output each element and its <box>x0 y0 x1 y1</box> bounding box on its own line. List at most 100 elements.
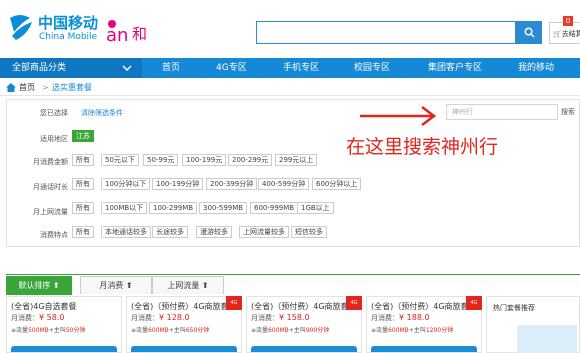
card-price-row: 月消费：¥ 158.0 <box>251 313 310 322</box>
filter-option[interactable]: 所有 <box>72 178 94 190</box>
breadcrumb-current: 选实惠套餐 <box>52 83 92 92</box>
filter-option[interactable]: 所有 <box>72 226 94 238</box>
card-desc: ≡流量600MB+主叫650分钟 <box>131 327 210 334</box>
breadcrumb-home[interactable]: 首页 <box>19 80 35 96</box>
annotation-arrow-icon <box>360 106 437 126</box>
filter-option[interactable]: 300-599MB <box>199 202 248 214</box>
filter-option[interactable]: 本地通话较多 <box>101 226 151 238</box>
cart-label: 去结算 <box>561 30 580 38</box>
package-search-input[interactable]: 神州行 <box>446 104 558 120</box>
nav-item-my-mobile[interactable]: 我的移动 <box>518 58 554 78</box>
card-image <box>371 346 477 352</box>
and-brand-text: 和 <box>132 25 147 43</box>
and-brand-logo: a n 和 <box>106 20 147 44</box>
hot-packages-panel: 热门套餐推荐 <box>486 296 580 353</box>
card-ribbon: 4G <box>226 296 242 310</box>
sort-tabs-underline <box>6 274 580 275</box>
card-image <box>251 346 357 352</box>
search-icon <box>524 27 535 38</box>
sort-arrow-icon: ⬆ <box>52 281 60 290</box>
breadcrumb: 首页 > 选实惠套餐 <box>0 80 580 96</box>
tab-sort-default-label: 默认排序 <box>18 281 51 290</box>
filter-option[interactable]: 200-399分钟 <box>206 178 258 190</box>
card-title: (全省)（预付费）4G商旅套餐 <box>371 302 477 311</box>
filter-option[interactable]: 50-99元 <box>143 154 179 166</box>
filter-option-region-jiangsu[interactable]: 江苏 <box>72 130 94 142</box>
filter-option[interactable]: 100-299MB <box>149 202 198 214</box>
card-desc: ≡流量500MB+主叫50分钟 <box>11 327 86 334</box>
filter-option[interactable]: 400-599分钟 <box>258 178 310 190</box>
filter-option[interactable]: 600-999MB <box>250 202 299 214</box>
selected-filters-label: 您已选择 <box>40 109 68 117</box>
cart-icon: 🛒 <box>553 30 562 38</box>
filter-option[interactable]: 所有 <box>72 202 94 214</box>
filter-label-data: 月上网流量 <box>33 208 68 216</box>
card-title: (全省)4G自选套餐 <box>11 302 77 311</box>
filter-option[interactable]: 200-299元 <box>228 154 273 166</box>
package-search-button[interactable]: 搜索 <box>561 104 575 120</box>
nav-item-4g[interactable]: 4G专区 <box>216 58 247 78</box>
filter-option[interactable]: 50元以下 <box>101 154 139 166</box>
tab-sort-data[interactable]: 上网流量 ⬆ <box>152 276 224 294</box>
search-button[interactable] <box>516 21 542 44</box>
all-categories-menu[interactable]: 全部商品分类 <box>0 58 142 78</box>
sort-arrow-icon: ⬆ <box>201 281 209 290</box>
card-title: (全省)（预付费）4G商旅套餐 <box>131 302 237 311</box>
filter-option[interactable]: 299元以上 <box>275 154 318 166</box>
card-price: ¥ 188.0 <box>399 313 430 322</box>
card-price-row: 月消费：¥ 58.0 <box>11 313 65 322</box>
hot-package-image[interactable] <box>517 325 577 353</box>
filter-option[interactable]: 600分钟以上 <box>312 178 362 190</box>
filter-option[interactable]: 100MB以下 <box>101 202 148 214</box>
tab-sort-data-label: 上网流量 <box>167 281 200 290</box>
filter-label-spend: 月消费金额 <box>33 158 68 166</box>
nav-item-campus[interactable]: 校园专区 <box>354 58 390 78</box>
package-card[interactable]: 4G (全省)（预付费）4G商旅套餐 月消费：¥ 128.0 ≡流量600MB+… <box>126 296 242 353</box>
sort-arrow-icon: ⬆ <box>125 281 133 290</box>
nav-item-phones[interactable]: 手机专区 <box>283 58 319 78</box>
filter-label-calls: 月通话时长 <box>33 183 68 191</box>
filter-panel <box>6 99 580 247</box>
svg-text:a: a <box>106 25 117 44</box>
card-ribbon: 4G <box>346 296 362 310</box>
card-ribbon: 4G <box>466 296 482 310</box>
card-price: ¥ 128.0 <box>159 313 190 322</box>
svg-text:n: n <box>117 25 128 44</box>
card-price-row: 月消费：¥ 128.0 <box>131 313 190 322</box>
hot-packages-title: 热门套餐推荐 <box>493 304 535 312</box>
cart-count-badge: 0 <box>563 16 573 26</box>
filter-option[interactable]: 100分钟以下 <box>101 178 151 190</box>
filter-option[interactable]: 上网流量较多 <box>239 226 289 238</box>
package-card[interactable]: 4G (全省)（预付费）4G商旅套餐 月消费：¥ 158.0 ≡流量600MB+… <box>246 296 362 353</box>
site-search-input[interactable] <box>256 21 516 44</box>
logo-cn-text: 中国移动 <box>38 14 99 32</box>
tab-sort-default[interactable]: 默认排序 ⬆ <box>6 276 72 295</box>
card-image <box>131 346 237 352</box>
filter-label-traits: 消费特点 <box>40 231 68 239</box>
annotation-text: 在这里搜索神州行 <box>346 136 499 158</box>
china-mobile-logo[interactable] <box>6 12 34 42</box>
logo-en-text: China Mobile <box>39 32 98 42</box>
nav-item-enterprise[interactable]: 集团客户专区 <box>428 58 482 78</box>
card-title: (全省)（预付费）4G商旅套餐 <box>251 302 357 311</box>
tab-sort-monthly-label: 月消费 <box>99 281 124 290</box>
home-icon <box>6 83 16 92</box>
filter-option[interactable]: 100-199元 <box>182 154 227 166</box>
card-desc: ≡流量600MB+主叫1200分钟 <box>371 327 454 334</box>
card-desc: ≡流量600MB+主叫900分钟 <box>251 327 330 334</box>
clear-filters-link[interactable]: 清除筛选条件 <box>81 108 123 118</box>
tab-sort-monthly[interactable]: 月消费 ⬆ <box>80 276 152 294</box>
filter-option[interactable]: 漫游较多 <box>196 226 232 238</box>
nav-item-home[interactable]: 首页 <box>162 58 180 78</box>
filter-option[interactable]: 短信较多 <box>291 226 327 238</box>
package-card[interactable]: (全省)4G自选套餐 月消费：¥ 58.0 ≡流量500MB+主叫50分钟 <box>6 296 122 353</box>
chevron-down-icon <box>122 65 132 72</box>
package-card[interactable]: 4G (全省)（预付费）4G商旅套餐 月消费：¥ 188.0 ≡流量600MB+… <box>366 296 482 353</box>
filter-option[interactable]: 长途较多 <box>152 226 188 238</box>
card-price: ¥ 58.0 <box>39 313 65 322</box>
card-price-row: 月消费：¥ 188.0 <box>371 313 430 322</box>
card-image <box>11 346 117 352</box>
filter-option[interactable]: 所有 <box>72 154 94 166</box>
filter-option[interactable]: 1GB以上 <box>297 202 334 214</box>
filter-option[interactable]: 100-199分钟 <box>152 178 204 190</box>
